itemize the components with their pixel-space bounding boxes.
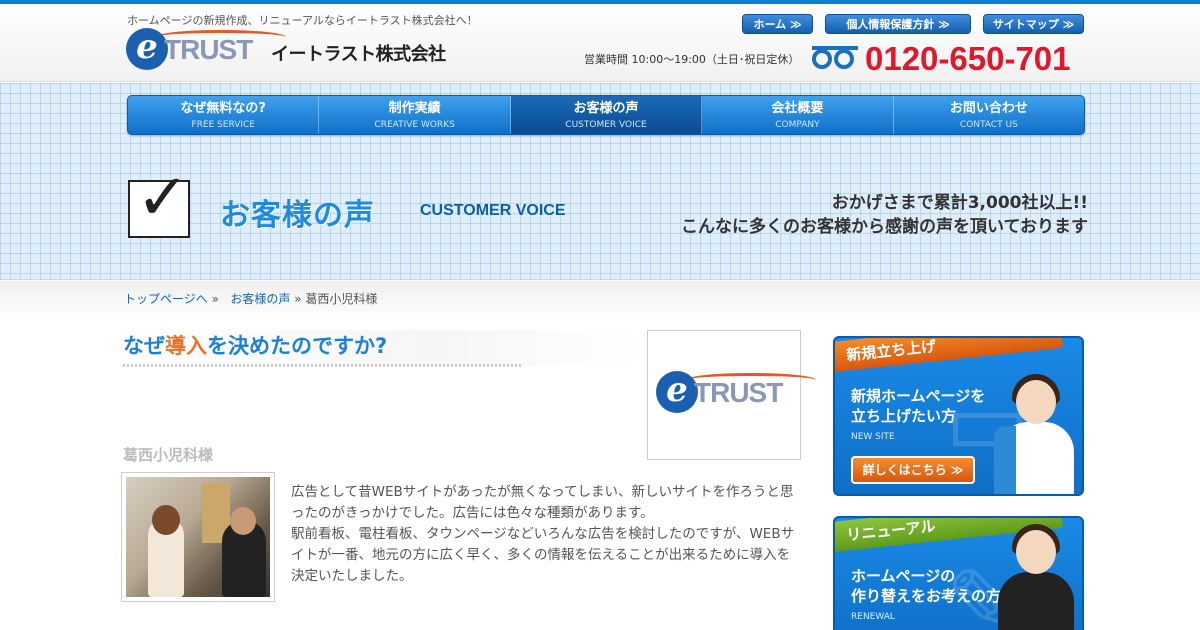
phone-number[interactable]: 0120-650-701 <box>865 40 1071 78</box>
renewal-banner[interactable]: ✎ リニューアル ホームページの 作り替えをお考えの方 RENEWAL <box>833 516 1084 630</box>
details-button[interactable]: 詳しくはこちら ≫ <box>851 456 975 484</box>
business-hours: 営業時間 10:00～19:00（土日･祝日定休） <box>584 53 800 66</box>
hero-title: お客様の声 <box>220 198 375 233</box>
global-nav: なぜ無料なの? FREE SERVICE 制作実績 CREATIVE WORKS… <box>127 95 1085 135</box>
heading-underline <box>123 364 523 367</box>
etrust-logo: e TRUST <box>656 371 816 415</box>
testimonial-paragraph: 広告として昔WEBサイトがあったが無くなってしまい、新しいサイトを作ろうと思った… <box>291 484 794 521</box>
client-name: 葛西小児科様 <box>123 446 214 464</box>
breadcrumb: トップページへ » お客様の声 » 葛西小児科様 <box>124 290 377 307</box>
testimonial-paragraph: 駅前看板、電柱看板、タウンページなどいろんな広告を検討したのですが、WEBサイト… <box>291 526 795 584</box>
renewal-sub: RENEWAL <box>851 612 895 622</box>
privacy-policy-button[interactable]: 個人情報保護方針 ≫ <box>825 14 971 34</box>
home-button[interactable]: ホーム ≫ <box>742 14 813 34</box>
hero-catch-1: おかげさまで累計3,000社以上!! <box>831 193 1088 213</box>
new-site-title-2: 立ち上げたい方 <box>851 407 957 425</box>
breadcrumb-home-link[interactable]: トップページへ <box>124 292 208 306</box>
why-heading: なぜ導入を決めたのですか? <box>123 334 388 358</box>
nav-customer-voice[interactable]: お客様の声 CUSTOMER VOICE <box>510 96 703 134</box>
logo-wordmark: TRUST <box>164 34 253 65</box>
breadcrumb-separator: » <box>211 292 219 306</box>
nav-creative-works[interactable]: 制作実績 CREATIVE WORKS <box>319 96 511 134</box>
woman-illustration <box>990 374 1076 494</box>
new-site-ribbon: 新規立ち上げ <box>835 338 1063 372</box>
freedial-icon <box>812 46 858 72</box>
new-site-banner[interactable]: ▭ 新規立ち上げ 新規ホームページを 立ち上げたい方 NEW SITE 詳しくは… <box>833 336 1084 496</box>
company-name: イートラスト株式会社 <box>271 44 446 65</box>
tagline: ホームページの新規作成、リニューアルならイートラスト株式会社へ！ <box>127 14 478 27</box>
nav-contact-us[interactable]: お問い合わせ CONTACT US <box>894 96 1084 134</box>
renewal-title-1: ホームページの <box>851 567 956 585</box>
sitemap-button[interactable]: サイトマップ ≫ <box>983 14 1084 34</box>
checkmark-icon: ✓ <box>136 161 190 235</box>
renewal-title-2: 作り替えをお考えの方 <box>851 587 1002 605</box>
testimonial-text: 広告として昔WEBサイトがあったが無くなってしまい、新しいサイトを作ろうと思った… <box>291 482 801 587</box>
nav-company[interactable]: 会社概要 COMPANY <box>702 96 894 134</box>
new-site-title-1: 新規ホームページを <box>851 387 986 405</box>
new-site-sub: NEW SITE <box>851 432 895 442</box>
breadcrumb-section-link[interactable]: お客様の声 <box>230 292 290 306</box>
client-logo-card: e TRUST <box>647 330 816 460</box>
hero-title-en: CUSTOMER VOICE <box>420 202 566 219</box>
etrust-logo[interactable]: e TRUST <box>126 28 286 72</box>
breadcrumb-current: 葛西小児科様 <box>305 292 378 306</box>
logo-e-mark: e <box>126 28 168 70</box>
client-photo <box>121 472 275 602</box>
woman-illustration <box>990 524 1076 630</box>
hero-catch-2: こんなに多くのお客様から感謝の声を頂いております <box>681 217 1088 237</box>
nav-free-service[interactable]: なぜ無料なの? FREE SERVICE <box>128 96 320 134</box>
breadcrumb-separator: » <box>294 292 302 306</box>
